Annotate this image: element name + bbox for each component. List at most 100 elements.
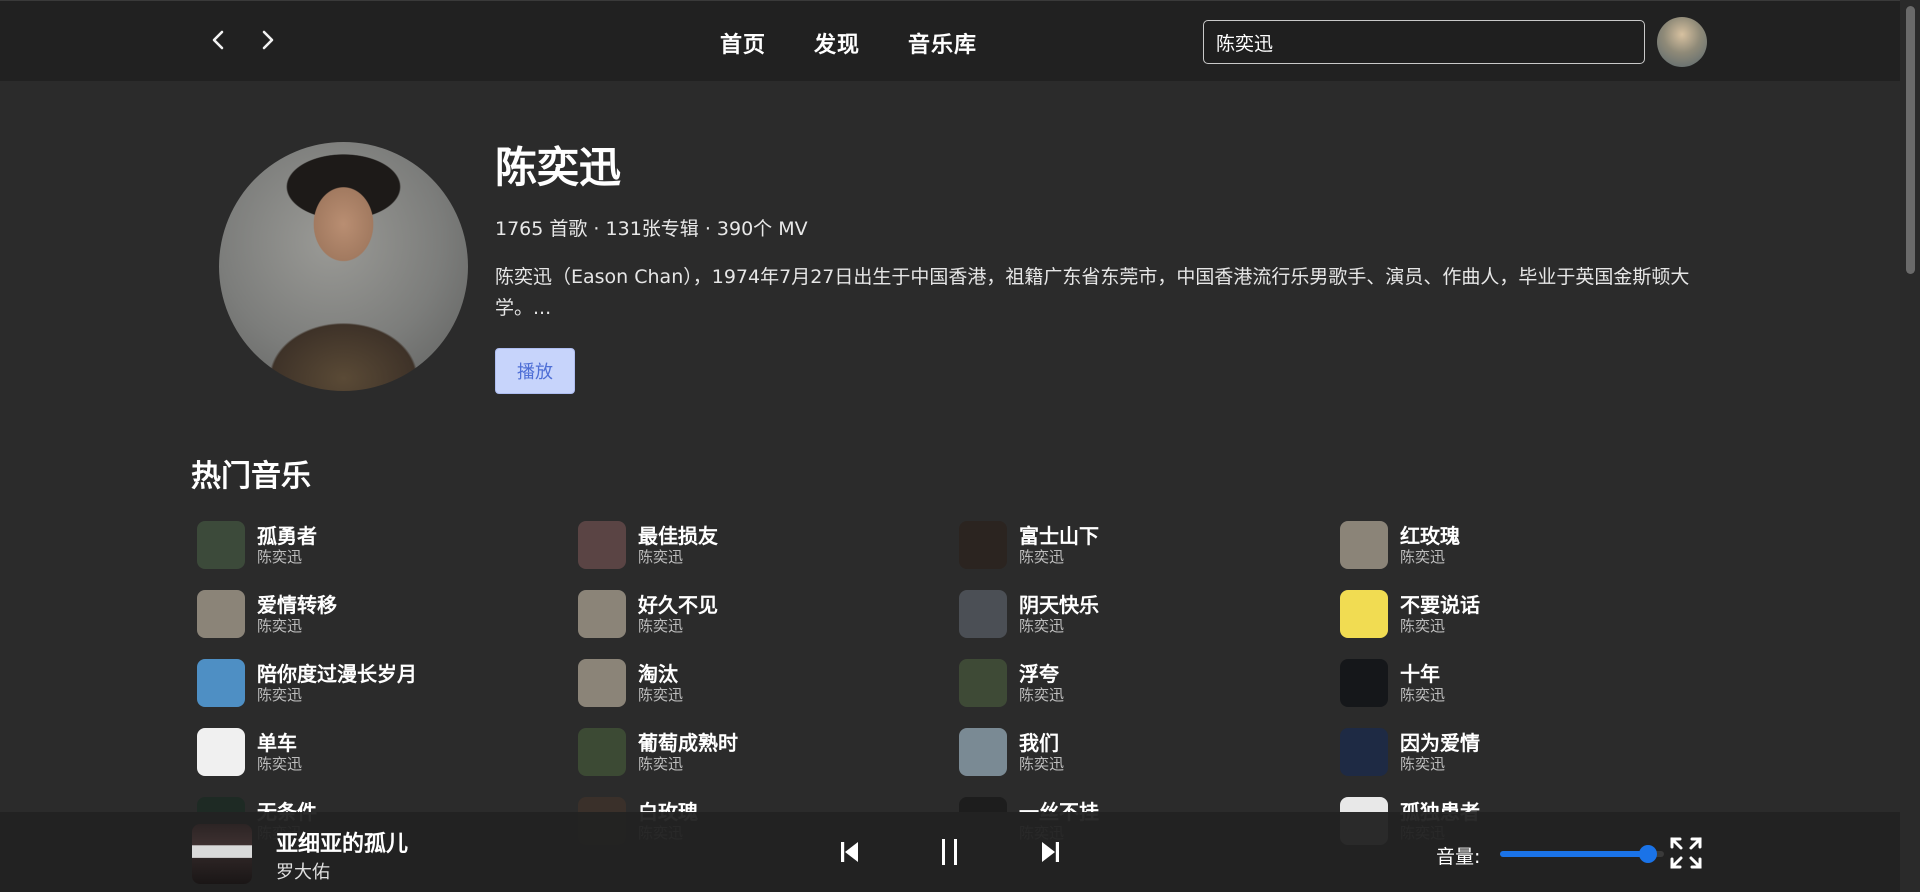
song-title[interactable]: 最佳损友 [638,524,718,548]
pause-icon [942,839,957,865]
song-item[interactable]: 爱情转移 陈奕迅 [197,589,578,639]
song-artist[interactable]: 陈奕迅 [638,617,718,635]
play-button[interactable]: 播放 [495,348,575,394]
song-artist[interactable]: 陈奕迅 [1400,686,1445,704]
nav-home[interactable]: 首页 [720,27,766,59]
song-title[interactable]: 阴天快乐 [1019,593,1099,617]
song-item[interactable]: 好久不见 陈奕迅 [578,589,959,639]
song-title[interactable]: 红玫瑰 [1400,524,1460,548]
song-item[interactable]: 浮夸 陈奕迅 [959,658,1340,708]
song-artist[interactable]: 陈奕迅 [257,617,337,635]
song-cover [578,659,626,707]
scrollbar[interactable] [1900,0,1920,892]
artist-description[interactable]: 陈奕迅（Eason Chan），1974年7月27日出生于中国香港，祖籍广东省东… [495,262,1705,324]
song-artist[interactable]: 陈奕迅 [638,755,738,773]
song-cover [197,590,245,638]
pause-button[interactable] [930,832,970,872]
song-title[interactable]: 陪你度过漫长岁月 [257,662,417,686]
now-playing-artist[interactable]: 罗大佑 [276,858,330,884]
song-artist[interactable]: 陈奕迅 [1400,755,1480,773]
song-cover [1340,659,1388,707]
song-meta: 红玫瑰 陈奕迅 [1400,524,1460,566]
skip-previous-icon [841,842,858,862]
song-item[interactable]: 孤勇者 陈奕迅 [197,520,578,570]
artist-name: 陈奕迅 [495,143,622,192]
now-playing-cover[interactable] [192,824,252,884]
song-meta: 不要说话 陈奕迅 [1400,593,1480,635]
song-item[interactable]: 最佳损友 陈奕迅 [578,520,959,570]
nav-discover[interactable]: 发现 [814,27,860,59]
song-artist[interactable]: 陈奕迅 [1400,548,1460,566]
previous-button[interactable] [830,832,870,872]
song-item[interactable]: 我们 陈奕迅 [959,727,1340,777]
song-title[interactable]: 浮夸 [1019,662,1064,686]
song-title[interactable]: 不要说话 [1400,593,1480,617]
song-artist[interactable]: 陈奕迅 [1019,686,1064,704]
song-item[interactable]: 淘汰 陈奕迅 [578,658,959,708]
song-artist[interactable]: 陈奕迅 [638,686,683,704]
song-cover [959,590,1007,638]
song-artist[interactable]: 陈奕迅 [1019,548,1099,566]
song-title[interactable]: 好久不见 [638,593,718,617]
song-cover [578,728,626,776]
song-artist[interactable]: 陈奕迅 [1019,755,1064,773]
skip-next-icon [1042,842,1059,862]
song-title[interactable]: 孤勇者 [257,524,317,548]
song-item[interactable]: 单车 陈奕迅 [197,727,578,777]
player-bar: 亚细亚的孤儿 罗大佑 音量: [0,812,1900,892]
scrollbar-thumb[interactable] [1906,6,1915,274]
song-artist[interactable]: 陈奕迅 [257,755,302,773]
song-title[interactable]: 葡萄成熟时 [638,731,738,755]
hot-music-title: 热门音乐 [191,459,311,494]
song-cover [197,728,245,776]
song-artist[interactable]: 陈奕迅 [638,548,718,566]
song-meta: 富士山下 陈奕迅 [1019,524,1099,566]
chevron-right-icon [262,30,274,50]
fullscreen-button[interactable] [1669,836,1703,870]
song-meta: 因为爱情 陈奕迅 [1400,731,1480,773]
song-meta: 淘汰 陈奕迅 [638,662,683,704]
song-title[interactable]: 我们 [1019,731,1064,755]
search-input[interactable] [1203,20,1645,64]
song-item[interactable]: 陪你度过漫长岁月 陈奕迅 [197,658,578,708]
song-item[interactable]: 十年 陈奕迅 [1340,658,1721,708]
forward-button[interactable] [253,23,283,57]
song-item[interactable]: 因为爱情 陈奕迅 [1340,727,1721,777]
song-title[interactable]: 十年 [1400,662,1445,686]
song-cover [578,590,626,638]
song-meta: 陪你度过漫长岁月 陈奕迅 [257,662,417,704]
song-meta: 孤勇者 陈奕迅 [257,524,317,566]
back-button[interactable] [203,23,233,57]
song-artist[interactable]: 陈奕迅 [257,686,417,704]
song-meta: 阴天快乐 陈奕迅 [1019,593,1099,635]
song-meta: 十年 陈奕迅 [1400,662,1445,704]
artist-stats: 1765 首歌 · 131张专辑 · 390个 MV [495,218,808,240]
top-bar: 首页 发现 音乐库 [0,0,1900,81]
song-title[interactable]: 富士山下 [1019,524,1099,548]
avatar[interactable] [1657,17,1707,67]
song-title[interactable]: 因为爱情 [1400,731,1480,755]
song-artist[interactable]: 陈奕迅 [1019,617,1099,635]
song-meta: 单车 陈奕迅 [257,731,302,773]
volume-slider[interactable] [1500,845,1664,863]
song-meta: 爱情转移 陈奕迅 [257,593,337,635]
nav-library[interactable]: 音乐库 [908,27,977,59]
song-item[interactable]: 富士山下 陈奕迅 [959,520,1340,570]
next-button[interactable] [1030,832,1070,872]
song-cover [578,521,626,569]
song-item[interactable]: 不要说话 陈奕迅 [1340,589,1721,639]
song-title[interactable]: 单车 [257,731,302,755]
song-item[interactable]: 红玫瑰 陈奕迅 [1340,520,1721,570]
song-item[interactable]: 葡萄成熟时 陈奕迅 [578,727,959,777]
song-cover [959,728,1007,776]
song-artist[interactable]: 陈奕迅 [1400,617,1480,635]
now-playing-title[interactable]: 亚细亚的孤儿 [276,826,408,858]
song-item[interactable]: 阴天快乐 陈奕迅 [959,589,1340,639]
song-title[interactable]: 淘汰 [638,662,683,686]
song-cover [1340,590,1388,638]
volume-thumb[interactable] [1638,845,1657,863]
song-artist[interactable]: 陈奕迅 [257,548,317,566]
fullscreen-icon [1670,837,1702,869]
song-title[interactable]: 爱情转移 [257,593,337,617]
volume-fill [1500,851,1648,857]
